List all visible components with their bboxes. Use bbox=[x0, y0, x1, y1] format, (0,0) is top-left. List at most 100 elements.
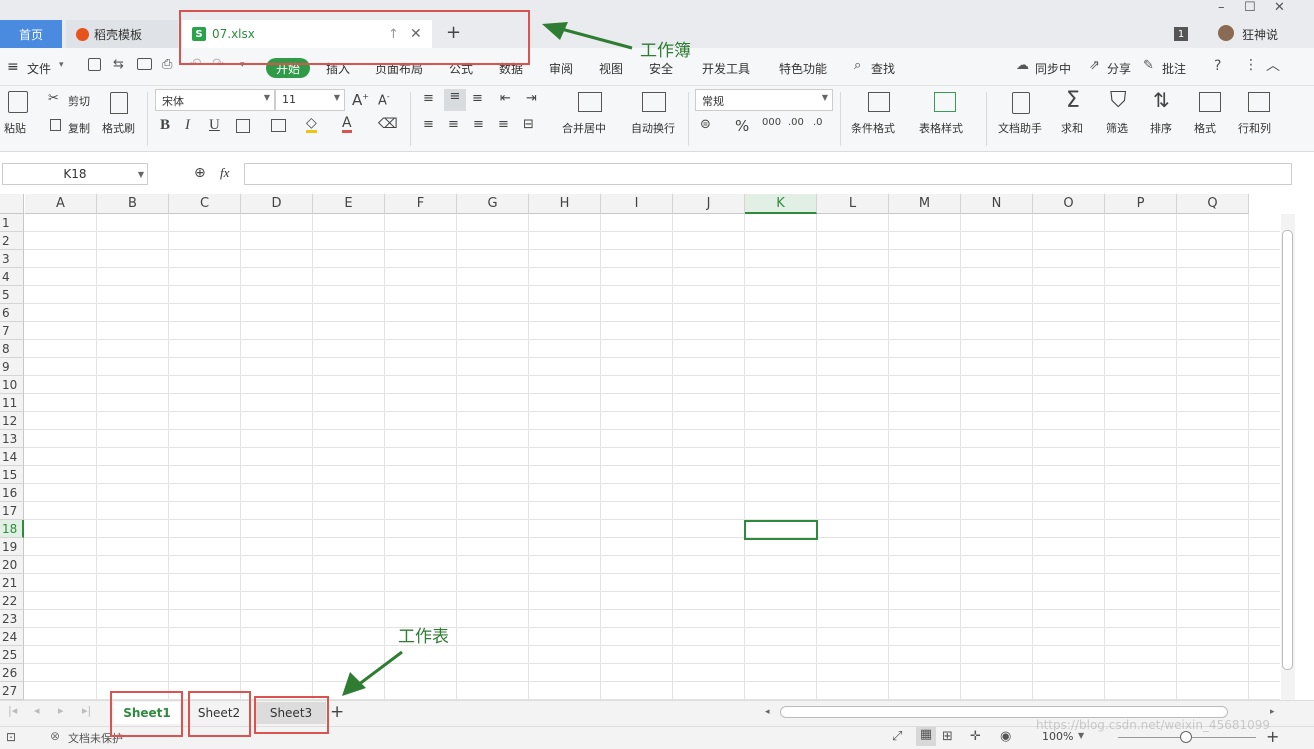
menu-file[interactable]: 文件 bbox=[27, 60, 51, 77]
decrease-indent-icon[interactable]: ⇤ bbox=[500, 91, 511, 106]
fill-color-icon[interactable]: ◇ bbox=[306, 116, 317, 133]
row-header-9[interactable]: 9 bbox=[0, 358, 24, 376]
doc-assistant-button[interactable]: 文档助手 bbox=[998, 120, 1042, 136]
zoom-dropdown-icon[interactable]: ▼ bbox=[1078, 731, 1084, 740]
print-icon[interactable] bbox=[137, 58, 152, 70]
column-header-n[interactable]: N bbox=[961, 194, 1033, 214]
row-header-19[interactable]: 19 bbox=[0, 538, 24, 556]
sort-icon[interactable]: ⇅ bbox=[1153, 88, 1170, 112]
column-header-i[interactable]: I bbox=[601, 194, 673, 214]
selected-cell[interactable] bbox=[744, 520, 818, 540]
paste-icon[interactable] bbox=[8, 91, 28, 113]
conditional-format-button[interactable]: 条件格式 bbox=[851, 120, 895, 136]
print-preview-icon[interactable]: ⎙ bbox=[162, 57, 172, 72]
chevron-down-icon[interactable]: ▾ bbox=[59, 60, 64, 70]
align-center-icon[interactable]: ≡ bbox=[448, 117, 459, 132]
macro-icon[interactable]: ⊡ bbox=[6, 730, 16, 744]
row-header-10[interactable]: 10 bbox=[0, 376, 24, 394]
row-header-18[interactable]: 18 bbox=[0, 520, 24, 538]
thousands-separator-icon[interactable]: 000 bbox=[762, 117, 781, 128]
select-all-corner[interactable] bbox=[0, 194, 24, 214]
merge-center-button[interactable]: 合并居中 bbox=[562, 120, 606, 136]
format-icon[interactable] bbox=[1199, 92, 1221, 112]
row-header-26[interactable]: 26 bbox=[0, 664, 24, 682]
row-header-12[interactable]: 12 bbox=[0, 412, 24, 430]
row-header-16[interactable]: 16 bbox=[0, 484, 24, 502]
row-header-24[interactable]: 24 bbox=[0, 628, 24, 646]
filter-icon[interactable]: ⛉ bbox=[1110, 88, 1127, 113]
row-header-11[interactable]: 11 bbox=[0, 394, 24, 412]
spreadsheet-grid[interactable]: ABCDEFGHIJKLMNOPQ 1 2 3 4 5 6 7 8 9 10 11 12 13 14 15 1… bbox=[0, 194, 1280, 700]
cut-button[interactable]: 剪切 bbox=[68, 93, 90, 109]
comment-icon[interactable]: ✎ bbox=[1143, 58, 1154, 73]
column-header-m[interactable]: M bbox=[889, 194, 961, 214]
maximize-button[interactable]: ☐ bbox=[1244, 0, 1256, 15]
sum-button[interactable]: 求和 bbox=[1061, 120, 1083, 136]
hamburger-icon[interactable]: ≡ bbox=[7, 59, 19, 75]
align-top-icon[interactable]: ≡ bbox=[423, 91, 434, 106]
row-header-5[interactable]: 5 bbox=[0, 286, 24, 304]
row-header-14[interactable]: 14 bbox=[0, 448, 24, 466]
column-header-k[interactable]: K bbox=[745, 194, 817, 214]
zoom-lookup-icon[interactable]: ⊕ bbox=[194, 165, 206, 181]
column-header-f[interactable]: F bbox=[385, 194, 457, 214]
sort-button[interactable]: 排序 bbox=[1150, 120, 1172, 136]
normal-view-icon[interactable]: ▦ bbox=[916, 727, 936, 746]
format-button[interactable]: 格式 bbox=[1194, 120, 1216, 136]
row-header-20[interactable]: 20 bbox=[0, 556, 24, 574]
row-header-3[interactable]: 3 bbox=[0, 250, 24, 268]
column-header-b[interactable]: B bbox=[97, 194, 169, 214]
first-sheet-icon[interactable]: |◂ bbox=[8, 704, 17, 717]
reading-view-icon[interactable]: ✛ bbox=[970, 729, 981, 744]
close-window-button[interactable]: ✕ bbox=[1274, 0, 1285, 15]
row-header-21[interactable]: 21 bbox=[0, 574, 24, 592]
column-header-d[interactable]: D bbox=[241, 194, 313, 214]
bold-button[interactable]: B bbox=[160, 117, 170, 134]
format-painter-icon[interactable] bbox=[110, 92, 128, 114]
prev-sheet-icon[interactable]: ◂ bbox=[34, 704, 40, 717]
comment-button[interactable]: 批注 bbox=[1162, 60, 1186, 77]
minimize-button[interactable]: – bbox=[1218, 0, 1225, 15]
row-col-button[interactable]: 行和列 bbox=[1238, 120, 1271, 136]
share-button[interactable]: 分享 bbox=[1107, 60, 1131, 77]
row-header-22[interactable]: 22 bbox=[0, 592, 24, 610]
row-header-6[interactable]: 6 bbox=[0, 304, 24, 322]
conditional-format-icon[interactable] bbox=[868, 92, 890, 112]
currency-icon[interactable]: ⊜ bbox=[700, 117, 711, 132]
page-break-view-icon[interactable]: ⊞ bbox=[942, 729, 953, 744]
fullscreen-icon[interactable]: ⤢ bbox=[892, 729, 902, 744]
cloud-sync-icon[interactable]: ☁ bbox=[1016, 58, 1029, 73]
font-size-select[interactable]: 11 ▼ bbox=[275, 89, 345, 111]
user-name[interactable]: 狂神说 bbox=[1242, 26, 1278, 43]
row-header-25[interactable]: 25 bbox=[0, 646, 24, 664]
align-right-icon[interactable]: ≡ bbox=[473, 117, 484, 132]
row-header-15[interactable]: 15 bbox=[0, 466, 24, 484]
column-header-c[interactable]: C bbox=[169, 194, 241, 214]
decrease-font-icon[interactable]: A- bbox=[378, 92, 390, 108]
column-header-a[interactable]: A bbox=[25, 194, 97, 214]
increase-font-icon[interactable]: A+ bbox=[352, 91, 369, 109]
help-icon[interactable]: ? bbox=[1214, 58, 1221, 74]
scroll-right-icon[interactable]: ▸ bbox=[1270, 707, 1275, 717]
copy-icon[interactable] bbox=[50, 119, 61, 131]
wrap-text-icon[interactable] bbox=[642, 92, 666, 112]
increase-decimal-icon[interactable]: .00 bbox=[788, 117, 804, 128]
share-icon[interactable]: ⇗ bbox=[1089, 58, 1100, 73]
italic-button[interactable]: I bbox=[185, 117, 190, 134]
filter-button[interactable]: 筛选 bbox=[1106, 120, 1128, 136]
justify-icon[interactable]: ≡ bbox=[498, 117, 509, 132]
last-sheet-icon[interactable]: ▸| bbox=[82, 704, 91, 717]
tab-home[interactable]: 首页 bbox=[0, 20, 62, 48]
row-col-icon[interactable] bbox=[1248, 92, 1270, 112]
menu-developer[interactable]: 开发工具 bbox=[702, 60, 750, 77]
add-sheet-button[interactable]: + bbox=[330, 702, 344, 722]
percent-button[interactable]: % bbox=[735, 117, 749, 135]
column-header-l[interactable]: L bbox=[817, 194, 889, 214]
share-doc-icon[interactable]: ⇆ bbox=[113, 57, 124, 72]
row-header-27[interactable]: 27 bbox=[0, 682, 24, 700]
search-icon[interactable]: ⌕ bbox=[854, 58, 861, 73]
name-box[interactable]: K18 ▼ bbox=[2, 163, 148, 185]
menu-special[interactable]: 特色功能 bbox=[779, 60, 827, 77]
underline-button[interactable]: U bbox=[209, 117, 220, 134]
copy-button[interactable]: 复制 bbox=[68, 120, 90, 136]
